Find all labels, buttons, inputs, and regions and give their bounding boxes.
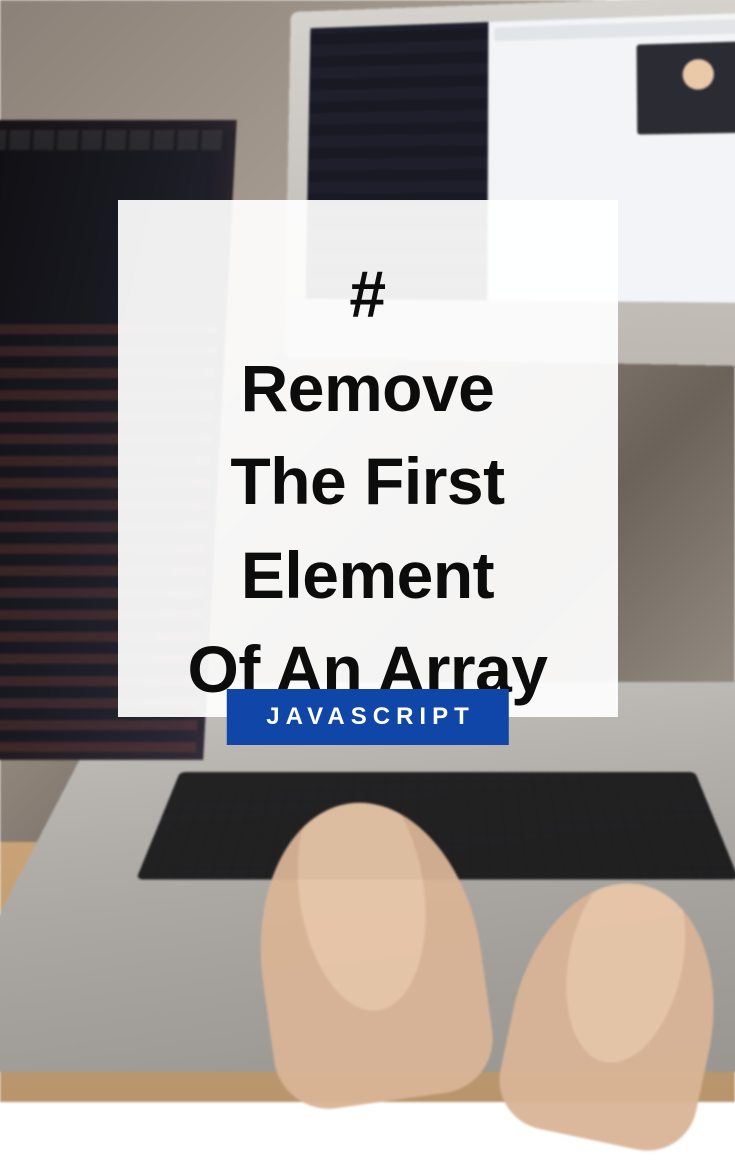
category-badge: JAVASCRIPT (226, 689, 508, 745)
title-line-1: Remove (241, 351, 495, 425)
title-line-3: Element (241, 538, 494, 612)
title-hash: # (349, 257, 385, 331)
title-card: # Remove The First Element Of An Array J… (118, 200, 618, 717)
video-thumbnail (637, 41, 735, 135)
title-line-2: The First (230, 444, 504, 518)
badge-label: JAVASCRIPT (266, 703, 474, 730)
card-title: # Remove The First Element Of An Array (152, 248, 584, 717)
